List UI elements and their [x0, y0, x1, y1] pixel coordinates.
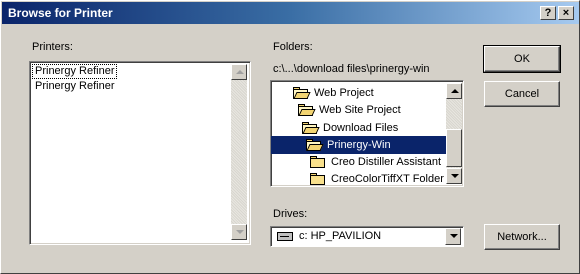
tree-item-creocolortiffxt-folder[interactable]: CreoColorTiffXT Folder: [310, 170, 446, 188]
drives-label: Drives:: [273, 208, 308, 220]
tree-item-prinergy-win[interactable]: Prinergy-Win: [271, 136, 446, 154]
printers-list[interactable]: Prinergy Refiner Prinergy Refiner: [29, 61, 251, 245]
scroll-down-icon: [236, 230, 244, 234]
tree-item-label: Download Files: [323, 122, 399, 135]
help-button[interactable]: ?: [540, 6, 556, 20]
printers-field[interactable]: Prinergy Refiner: [31, 64, 118, 79]
tree-item-label: Creo Distiller Assistant: [331, 156, 442, 169]
dialog-title: Browse for Printer: [8, 6, 113, 20]
close-button[interactable]: ×: [558, 6, 574, 20]
list-item[interactable]: Prinergy Refiner: [33, 80, 116, 93]
tree-item-web-site-project[interactable]: Web Site Project: [298, 101, 403, 119]
tree-item-web-project[interactable]: Web Project: [293, 84, 376, 102]
folders-path: c:\...\download files\prinergy-win: [273, 63, 430, 75]
tree-item-creo-distiller-assistant[interactable]: Creo Distiller Assistant: [310, 153, 443, 171]
browse-for-printer-dialog: Browse for Printer ? × Printers: Prinerg…: [0, 0, 580, 274]
folder-icon: [310, 156, 326, 169]
open-folder-icon: [302, 122, 320, 135]
printers-scroll-down-button[interactable]: [231, 224, 247, 240]
ok-button[interactable]: OK: [483, 45, 561, 73]
hard-drive-icon: [277, 232, 293, 241]
folders-scrollbar[interactable]: [446, 83, 462, 184]
tree-item-download-files[interactable]: Download Files: [302, 119, 400, 137]
open-folder-icon: [306, 139, 324, 152]
tree-item-label: Web Project: [314, 87, 374, 100]
drives-dropdown[interactable]: c: HP_PAVILION: [270, 226, 464, 247]
folder-icon: [310, 173, 326, 186]
open-folder-icon: [298, 104, 316, 117]
printers-scroll-up-button[interactable]: [231, 64, 247, 80]
scroll-down-icon: [451, 174, 459, 178]
folders-scroll-thumb[interactable]: [446, 129, 462, 167]
folders-label: Folders:: [273, 41, 313, 53]
cancel-button[interactable]: Cancel: [484, 81, 560, 107]
title-bar[interactable]: Browse for Printer ? ×: [2, 2, 579, 24]
chevron-down-icon: [450, 234, 458, 238]
printers-scrollbar[interactable]: [231, 64, 247, 240]
tree-item-label: Prinergy-Win: [325, 139, 393, 152]
tree-item-label: Web Site Project: [319, 104, 401, 117]
drives-selected-value: c: HP_PAVILION: [299, 230, 382, 242]
scroll-up-icon: [236, 70, 244, 74]
folders-scroll-up-button[interactable]: [446, 83, 462, 99]
folders-scroll-down-button[interactable]: [446, 168, 462, 184]
network-button[interactable]: Network...: [484, 224, 560, 250]
drives-dropdown-button[interactable]: [445, 228, 461, 245]
tree-item-label: CreoColorTiffXT Folder: [331, 173, 444, 186]
printers-label: Printers:: [32, 41, 73, 53]
open-folder-icon: [293, 87, 311, 100]
scroll-up-icon: [451, 89, 459, 93]
folders-tree[interactable]: Web Project Web Site Project Download Fi…: [270, 80, 464, 187]
